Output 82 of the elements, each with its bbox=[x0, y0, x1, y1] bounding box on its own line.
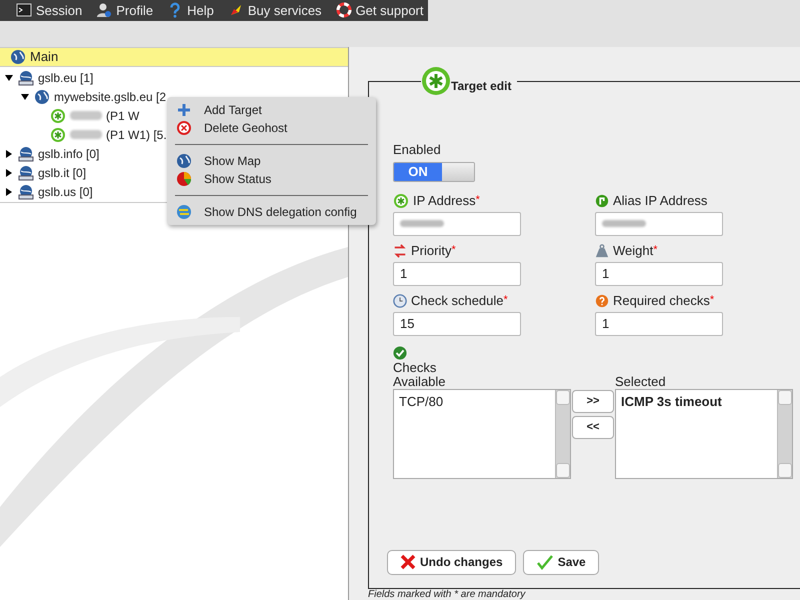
expander-icon[interactable] bbox=[5, 74, 14, 82]
server-globe-icon bbox=[18, 164, 34, 180]
priority-icon bbox=[393, 244, 407, 258]
toggle-switch[interactable]: ON bbox=[393, 162, 475, 182]
remove-button[interactable]: << bbox=[572, 416, 614, 438]
lifebuoy-icon bbox=[336, 2, 352, 18]
field-label: Weight bbox=[613, 242, 654, 260]
menu-link[interactable]: Session bbox=[16, 0, 82, 20]
checks-label: Checks bbox=[393, 360, 438, 374]
expander-icon[interactable] bbox=[5, 168, 14, 176]
selected-label: Selected bbox=[615, 374, 667, 388]
input-field[interactable]: 1 bbox=[595, 262, 723, 286]
asterisk-icon bbox=[50, 126, 66, 142]
add-button[interactable]: >> bbox=[572, 390, 614, 412]
required-mark: * bbox=[710, 292, 714, 308]
tree-title: Main bbox=[30, 48, 58, 66]
globe-icon bbox=[10, 49, 26, 65]
list-option[interactable]: ICMP 3s timeout bbox=[621, 392, 772, 411]
field-label: Alias IP Address bbox=[613, 192, 708, 210]
expander-icon[interactable] bbox=[21, 92, 30, 100]
alias-icon bbox=[595, 194, 609, 208]
required-mark: * bbox=[476, 192, 480, 208]
tree-item[interactable]: (P1 W bbox=[106, 106, 140, 124]
asterisk-icon bbox=[421, 66, 451, 96]
selected-list[interactable]: ICMP 3s timeout bbox=[615, 388, 793, 478]
user-icon bbox=[96, 2, 112, 18]
menu-link[interactable]: Get support bbox=[336, 0, 424, 20]
save-button[interactable]: Save bbox=[522, 550, 599, 574]
globe-icon bbox=[176, 153, 192, 169]
field-label: Check schedule bbox=[411, 292, 504, 310]
form-title: Target edit bbox=[451, 78, 512, 95]
available-label: Available bbox=[393, 374, 447, 388]
pie-chart-icon bbox=[176, 171, 192, 187]
delete-icon bbox=[176, 120, 192, 136]
server-globe-icon bbox=[18, 70, 34, 86]
tree-item[interactable]: mywebsite.gslb.eu [2 bbox=[54, 88, 166, 106]
menu-link[interactable]: Profile bbox=[96, 0, 154, 20]
question-icon bbox=[595, 294, 609, 308]
menu-item[interactable]: Show Map bbox=[167, 152, 376, 170]
check-icon bbox=[393, 346, 407, 360]
footnote: Fields marked with * are mandatory bbox=[368, 589, 527, 600]
menu-link[interactable]: Help bbox=[167, 0, 214, 20]
globe-icon bbox=[34, 88, 50, 104]
menu-item[interactable]: Show Status bbox=[167, 170, 376, 188]
scrollbar[interactable] bbox=[777, 390, 792, 478]
input-field[interactable]: 1 bbox=[393, 262, 521, 286]
field-label: Priority bbox=[411, 242, 452, 260]
tree-item[interactable]: gslb.it [0] bbox=[38, 164, 86, 182]
field-label: IP Address bbox=[413, 192, 476, 210]
menu-item[interactable]: Add Target bbox=[167, 101, 376, 119]
tree-item[interactable]: gslb.info [0] bbox=[38, 144, 100, 162]
expander-icon[interactable] bbox=[5, 150, 14, 158]
required-mark: * bbox=[504, 292, 508, 308]
server-globe-icon bbox=[18, 146, 34, 162]
list-option[interactable]: TCP/80 bbox=[399, 392, 550, 411]
undo-button[interactable]: Undo changes bbox=[387, 550, 516, 574]
scrollbar[interactable] bbox=[555, 390, 570, 478]
clock-icon bbox=[393, 294, 407, 308]
plus-icon bbox=[176, 102, 192, 118]
menu-item[interactable]: Show DNS delegation config bbox=[167, 203, 376, 221]
tree-item[interactable]: gslb.eu [1] bbox=[38, 68, 94, 86]
tree-item[interactable]: gslb.us [0] bbox=[38, 182, 93, 200]
cross-icon bbox=[400, 554, 416, 570]
required-mark: * bbox=[653, 242, 658, 256]
required-mark: * bbox=[451, 242, 456, 256]
field-label: Required checks bbox=[613, 292, 710, 310]
asterisk-icon bbox=[50, 108, 66, 124]
tree-item[interactable]: (P1 W1) [5. bbox=[106, 126, 167, 144]
asterisk-icon bbox=[393, 192, 409, 208]
expander-icon[interactable] bbox=[5, 188, 14, 196]
input-field[interactable]: 1 bbox=[595, 312, 723, 336]
menu-item[interactable]: Delete Geohost bbox=[167, 119, 376, 137]
input-field[interactable]: 15 bbox=[393, 312, 521, 336]
terminal-icon bbox=[16, 2, 32, 18]
enabled-label: Enabled bbox=[393, 141, 442, 159]
menu-link[interactable]: Buy services bbox=[228, 0, 322, 20]
input-field[interactable] bbox=[393, 212, 521, 236]
available-list[interactable]: TCP/80 bbox=[393, 388, 571, 478]
server-globe-icon bbox=[18, 184, 34, 200]
check-icon bbox=[536, 554, 554, 570]
input-field[interactable] bbox=[595, 212, 723, 236]
weight-icon bbox=[595, 244, 609, 258]
